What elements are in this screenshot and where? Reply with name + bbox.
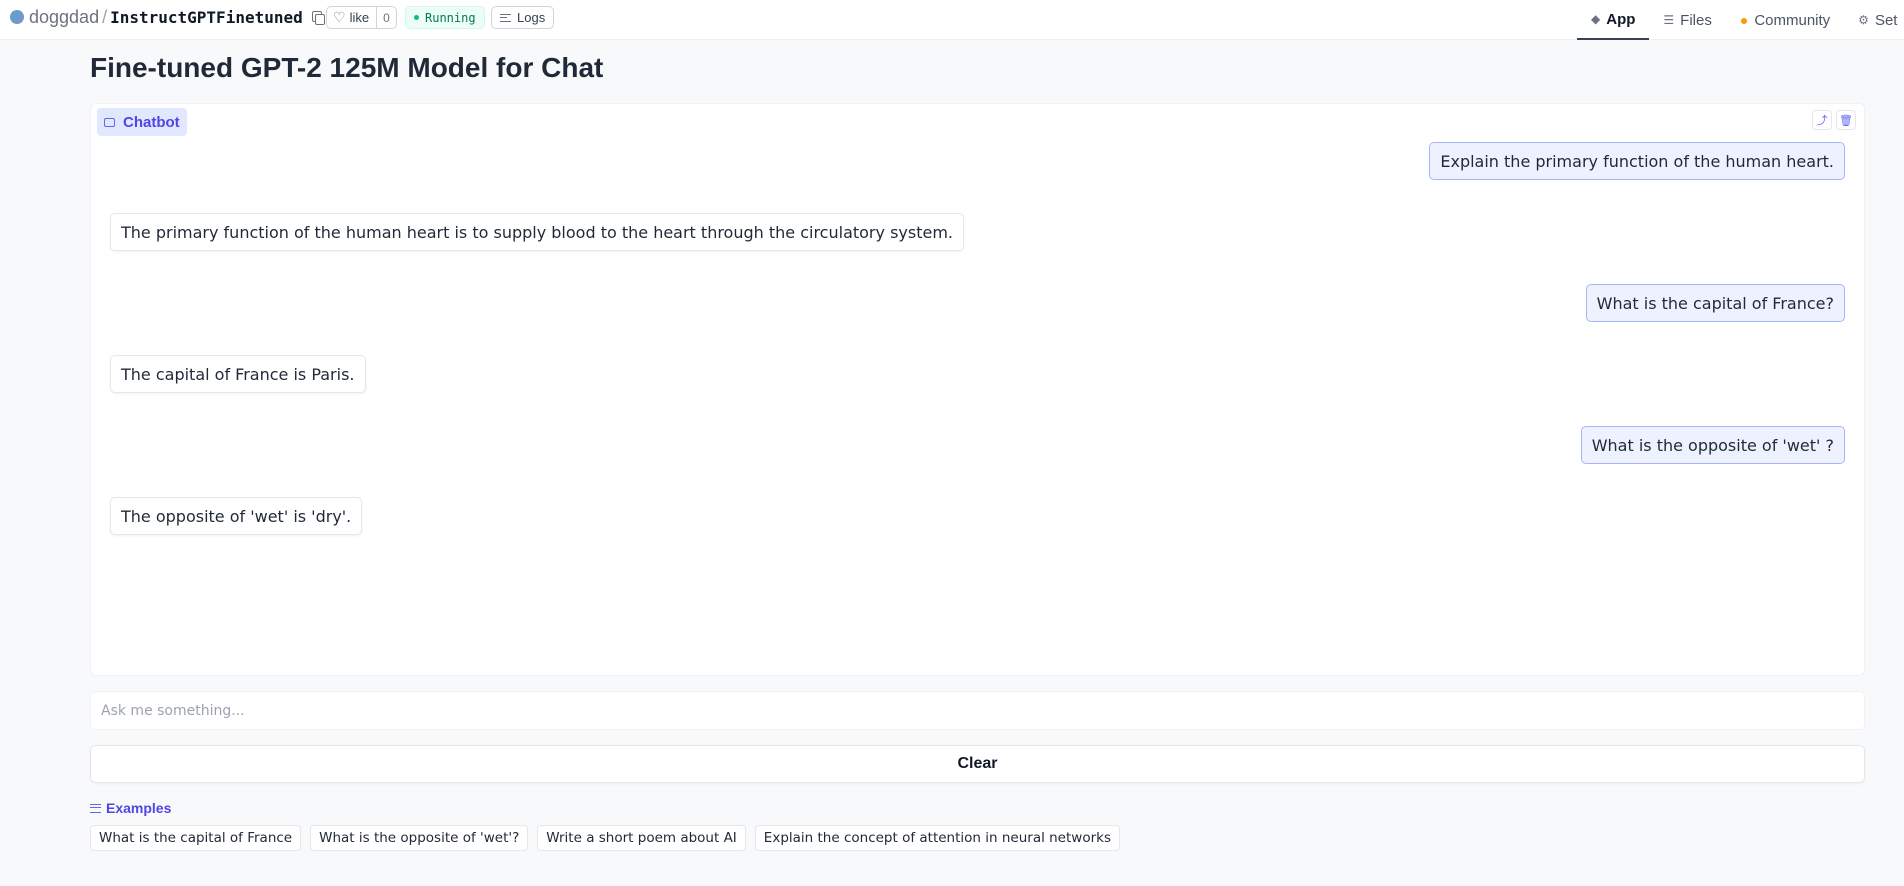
list-icon: [90, 803, 101, 813]
message-input-container: [90, 691, 1865, 730]
tab-settings[interactable]: ⚙ Set: [1844, 0, 1904, 40]
example-item[interactable]: Write a short poem about AI: [537, 825, 746, 851]
owner-avatar[interactable]: [10, 10, 24, 24]
status-dot-icon: [414, 15, 419, 20]
examples-header: Examples: [90, 798, 171, 818]
examples-list: What is the capital of France What is th…: [90, 825, 1120, 851]
message-input[interactable]: [101, 702, 1854, 719]
space-identifier: doggdad / InstructGPTFinetuned: [10, 6, 325, 28]
page-title: Fine-tuned GPT-2 125M Model for Chat: [90, 52, 604, 83]
example-item[interactable]: Explain the concept of attention in neur…: [754, 825, 1120, 851]
clear-button[interactable]: Clear: [90, 745, 1865, 783]
tab-files[interactable]: ☰ Files: [1649, 0, 1725, 40]
tab-community-label: Community: [1754, 11, 1831, 29]
community-icon: ●: [1739, 12, 1749, 28]
like-label: like: [349, 10, 370, 25]
like-button[interactable]: ♡ like: [327, 7, 376, 28]
logs-icon: [500, 13, 511, 22]
tab-settings-label: Set: [1874, 11, 1898, 29]
chatbot-label-text: Chatbot: [123, 113, 180, 131]
chatbot-panel: Chatbot ⤴ 🗑 Explain the primary function…: [90, 103, 1865, 676]
user-message[interactable]: Explain the primary function of the huma…: [1429, 142, 1845, 180]
tab-app-label: App: [1606, 10, 1636, 28]
owner-link[interactable]: doggdad: [29, 7, 99, 28]
tab-files-label: Files: [1680, 11, 1712, 29]
bot-message[interactable]: The capital of France is Paris.: [110, 355, 366, 393]
tab-community[interactable]: ● Community: [1726, 0, 1844, 40]
tab-app[interactable]: ◆ App: [1577, 0, 1650, 40]
logs-button[interactable]: Logs: [491, 6, 555, 29]
heart-icon: ♡: [333, 9, 346, 25]
chat-toolbar: ⤴ 🗑: [1812, 110, 1856, 130]
chatbot-label: Chatbot: [97, 108, 187, 136]
bot-message[interactable]: The opposite of 'wet' is 'dry'.: [110, 497, 363, 535]
example-item[interactable]: What is the capital of France: [90, 825, 302, 851]
examples-label: Examples: [106, 800, 172, 816]
chat-bubble-icon: [104, 117, 115, 127]
top-bar: doggdad / InstructGPTFinetuned ♡ like 0 …: [0, 0, 1904, 40]
logs-label: Logs: [517, 10, 546, 25]
repo-name[interactable]: InstructGPTFinetuned: [110, 8, 303, 27]
cube-icon: ◆: [1591, 12, 1601, 26]
like-count[interactable]: 0: [376, 7, 396, 28]
trash-icon[interactable]: 🗑: [1836, 110, 1856, 130]
user-message[interactable]: What is the capital of France?: [1585, 284, 1845, 322]
example-item[interactable]: What is the opposite of 'wet'?: [310, 825, 529, 851]
status-label: Running: [425, 10, 476, 25]
space-nav-tabs: ◆ App ☰ Files ● Community ⚙ Set: [1577, 0, 1904, 40]
like-widget: ♡ like 0: [326, 6, 397, 29]
bot-message[interactable]: The primary function of the human heart …: [110, 213, 964, 251]
gear-icon: ⚙: [1858, 13, 1869, 27]
user-message[interactable]: What is the opposite of 'wet' ?: [1580, 426, 1845, 464]
copy-icon[interactable]: [311, 10, 325, 25]
path-separator: /: [102, 6, 108, 27]
files-icon: ☰: [1663, 13, 1675, 27]
share-icon[interactable]: ⤴: [1812, 110, 1832, 130]
status-badge: Running: [405, 6, 485, 29]
